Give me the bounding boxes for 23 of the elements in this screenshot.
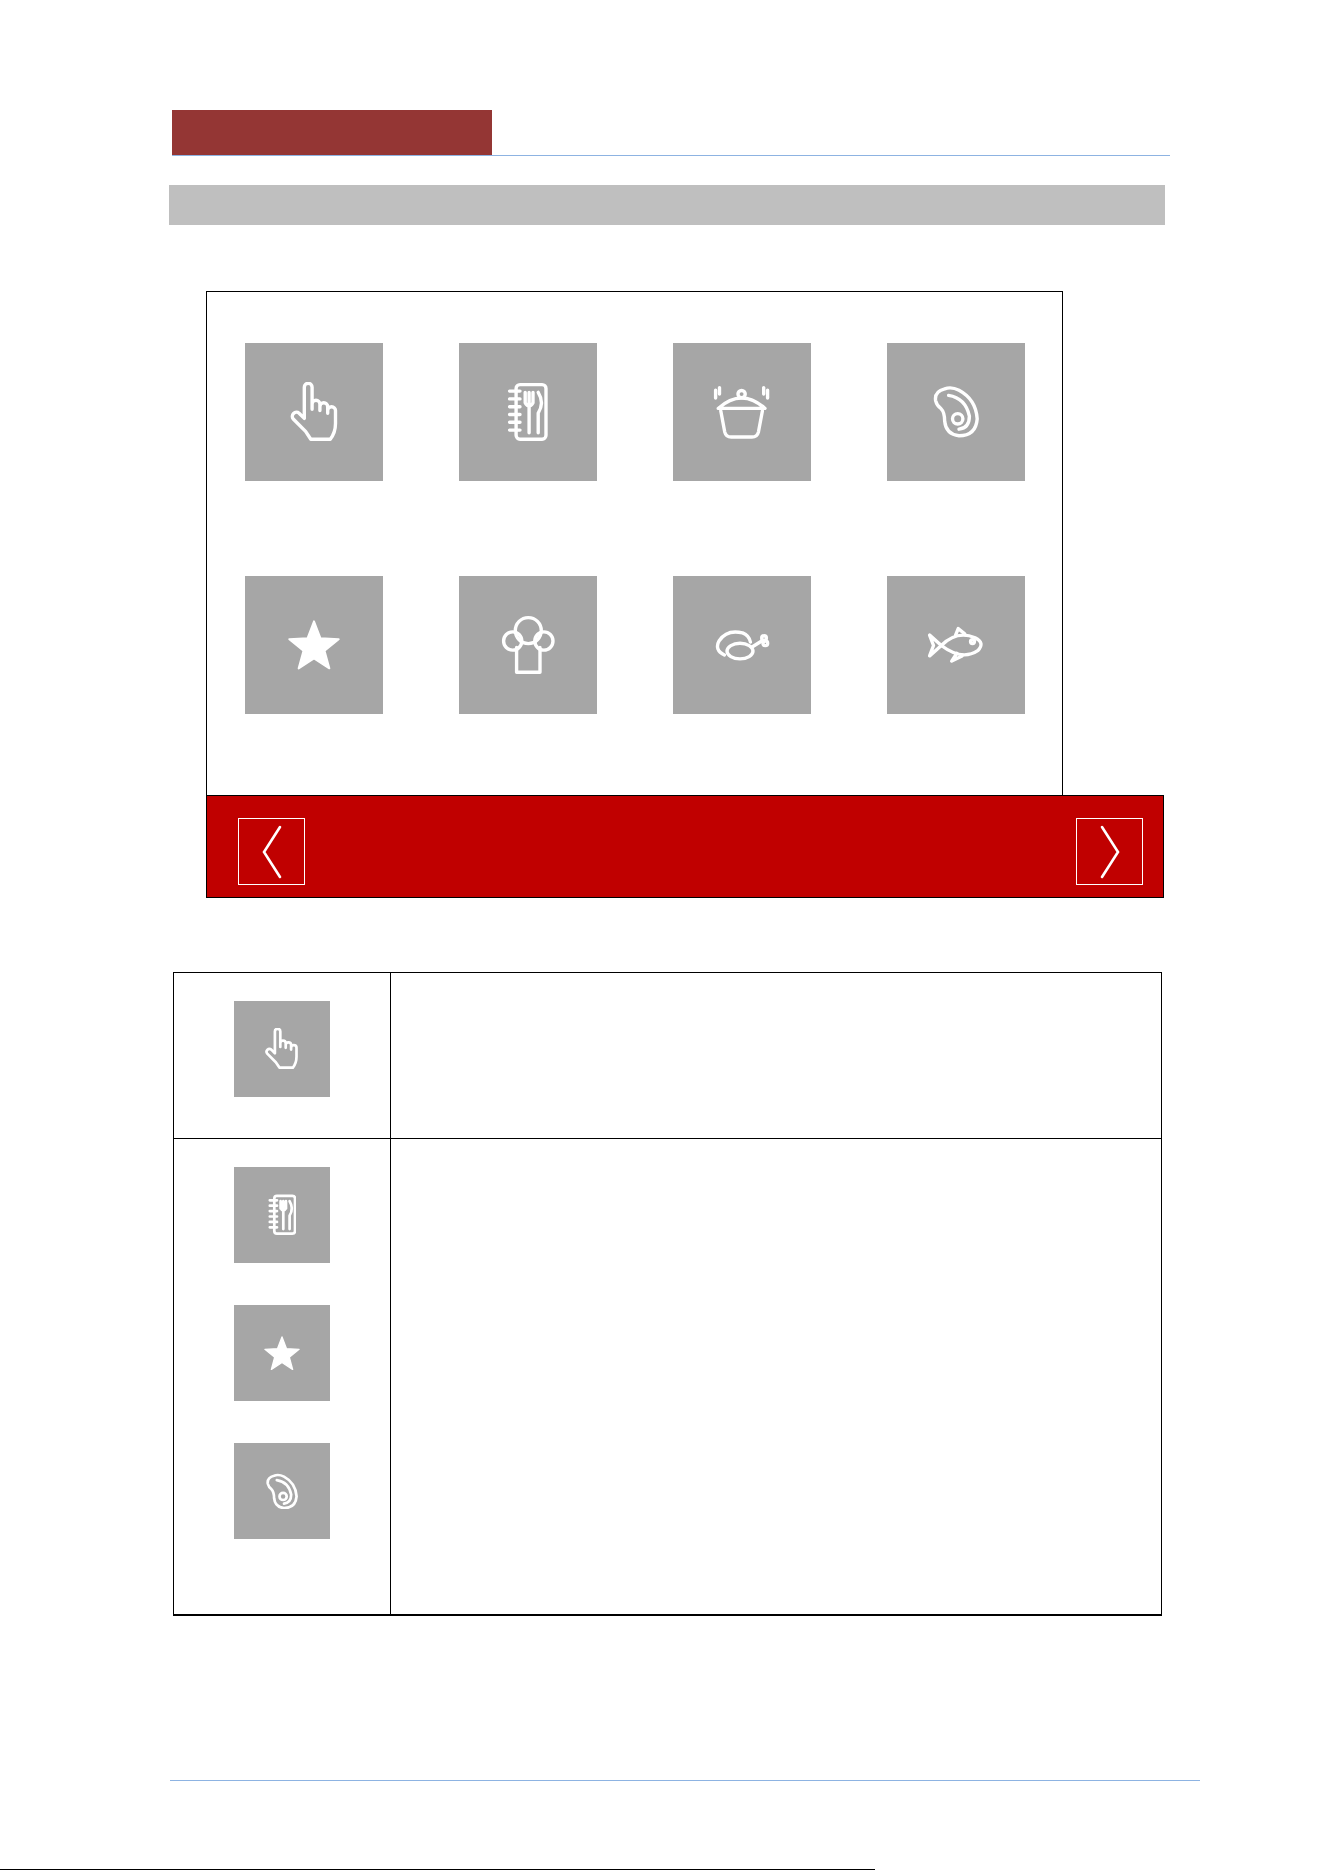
star-button[interactable] — [245, 576, 383, 714]
previous-button[interactable] — [238, 818, 305, 885]
menu-book-button[interactable] — [459, 343, 597, 481]
pointing-hand-icon — [234, 1001, 330, 1097]
pointing-hand-button[interactable] — [245, 343, 383, 481]
roast-chicken-icon — [714, 628, 770, 662]
roast-chicken-button[interactable] — [673, 576, 811, 714]
chef-hat-button[interactable] — [459, 576, 597, 714]
cooking-pot-icon — [713, 384, 771, 440]
cooking-pot-button[interactable] — [673, 343, 811, 481]
chevron-left-icon — [261, 824, 282, 879]
star-icon — [288, 620, 340, 670]
steak-icon — [234, 1443, 330, 1539]
chevron-right-icon — [1099, 824, 1120, 879]
next-button[interactable] — [1076, 818, 1143, 885]
fish-icon — [926, 626, 986, 664]
steak-button[interactable] — [887, 343, 1025, 481]
fish-button[interactable] — [887, 576, 1025, 714]
steak-icon — [932, 385, 980, 439]
menu-book-icon — [234, 1167, 330, 1263]
chef-hat-icon — [500, 615, 556, 675]
menu-book-icon — [507, 382, 549, 442]
pointing-hand-icon — [289, 382, 339, 442]
